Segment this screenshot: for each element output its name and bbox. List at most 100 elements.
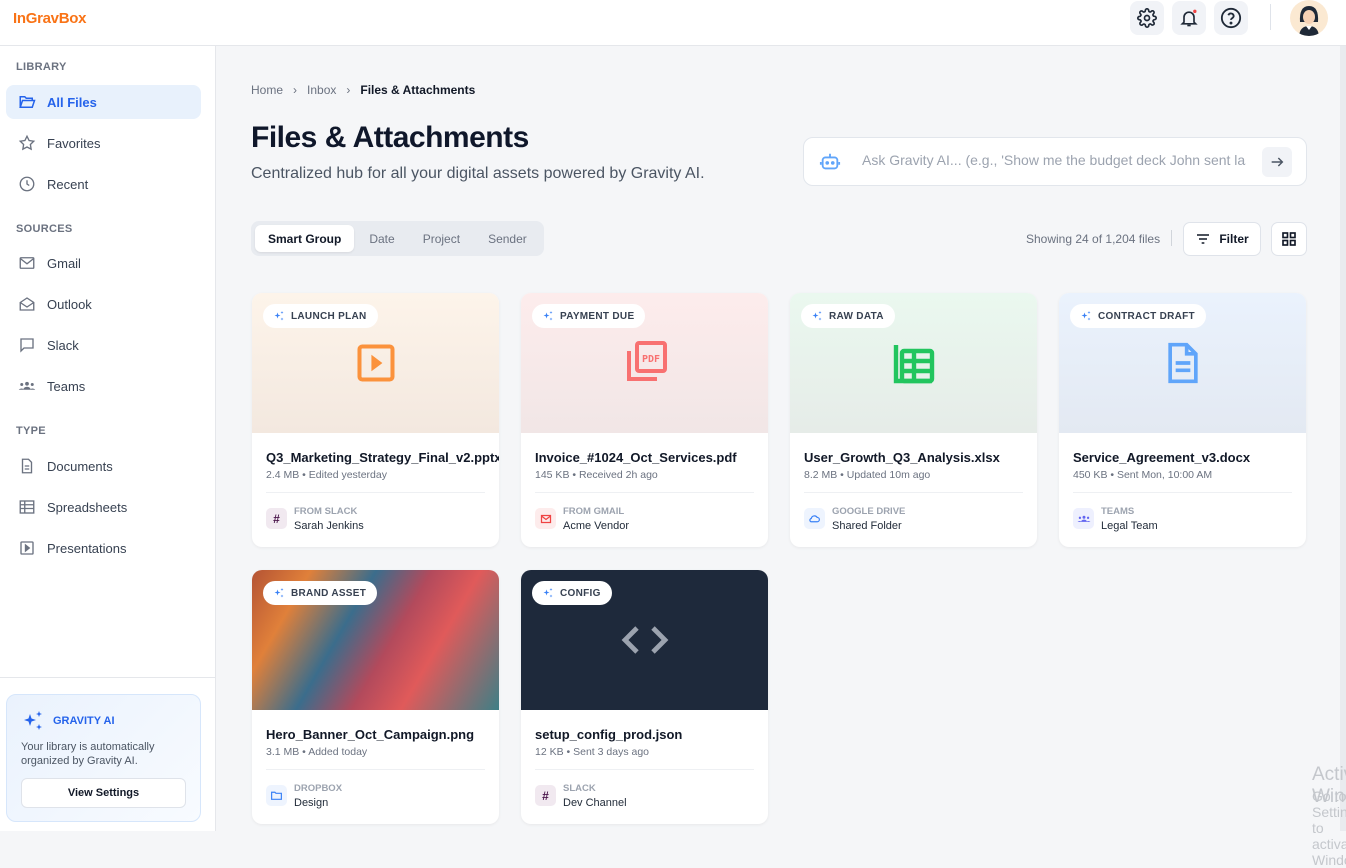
source-value: Dev Channel: [563, 797, 627, 809]
file-card[interactable]: BRAND ASSET Hero_Banner_Oct_Campaign.png…: [252, 570, 499, 824]
file-card[interactable]: CONFIG setup_config_prod.json 12 KB • Se…: [521, 570, 768, 824]
grid-view-button[interactable]: [1271, 222, 1307, 256]
sidebar-item-spreadsheets[interactable]: Spreadsheets: [6, 490, 201, 524]
code-icon: [621, 626, 668, 654]
sidebar-item-documents[interactable]: Documents: [6, 449, 201, 483]
source-value: Design: [294, 797, 329, 809]
file-name[interactable]: Invoice_#1024_Oct_Services.pdf: [535, 450, 768, 465]
source-value: Shared Folder: [832, 520, 902, 532]
sidebar-item-gmail[interactable]: Gmail: [6, 246, 201, 280]
breadcrumb-current: Files & Attachments: [360, 83, 476, 97]
smart-group-badge: BRAND ASSET: [263, 581, 378, 605]
gravity-ai-panel: GRAVITY AI Your library is automatically…: [6, 694, 201, 822]
cloud-icon: [804, 508, 825, 529]
tab-date[interactable]: Date: [356, 225, 407, 252]
tab-smart-group[interactable]: Smart Group: [255, 225, 355, 252]
notifications-button[interactable]: [1172, 1, 1206, 35]
file-meta: 2.4 MB • Edited yesterday: [266, 469, 387, 481]
file-meta: 450 KB • Sent Mon, 10:00 AM: [1073, 469, 1213, 481]
sidebar-item-slack[interactable]: Slack: [6, 328, 201, 362]
sparkles-icon: [24, 711, 42, 730]
sidebar: LIBRARY All Files Favorites Recent SOURC…: [0, 46, 216, 831]
filter-icon: [1197, 234, 1210, 244]
results-count: Showing 24 of 1,204 files: [1026, 232, 1161, 246]
card-divider: [1073, 492, 1292, 493]
file-card[interactable]: CONTRACT DRAFT Service_Agreement_v3.docx…: [1059, 293, 1306, 547]
clock-icon: [19, 176, 35, 192]
sidebar-item-presentations[interactable]: Presentations: [6, 531, 201, 565]
chat-icon: [20, 338, 34, 353]
file-meta: 145 KB • Received 2h ago: [535, 469, 658, 481]
sidebar-item-favorites[interactable]: Favorites: [6, 126, 201, 160]
gravity-ai-text: Your library is automatically organized …: [21, 741, 155, 767]
svg-text:PDF: PDF: [641, 354, 659, 365]
ask-ai-input[interactable]: [862, 152, 1246, 168]
sidebar-item-label: Slack: [47, 337, 79, 353]
file-name[interactable]: User_Growth_Q3_Analysis.xlsx: [804, 450, 1037, 465]
sidebar-item-teams[interactable]: Teams: [6, 369, 201, 403]
robot-icon: [819, 153, 841, 170]
ask-gravity-ai: [803, 137, 1307, 186]
envelope-open-icon: [19, 297, 35, 311]
sidebar-item-label: Spreadsheets: [47, 499, 128, 515]
slack-icon: #: [535, 785, 556, 806]
file-name[interactable]: Service_Agreement_v3.docx: [1073, 450, 1306, 465]
sparkles-icon: [1081, 311, 1091, 321]
source-label: GOOGLE DRIVE: [832, 506, 906, 517]
gravity-ai-title: GRAVITY AI: [53, 715, 115, 727]
sparkles-icon: [812, 311, 822, 321]
sidebar-item-label: All Files: [47, 94, 97, 110]
star-icon: [18, 134, 36, 151]
file-card[interactable]: RAW DATA User_Growth_Q3_Analysis.xlsx 8.…: [790, 293, 1037, 547]
file-name[interactable]: setup_config_prod.json: [535, 727, 768, 742]
section-title-type: TYPE: [16, 425, 46, 437]
card-divider: [266, 492, 485, 493]
user-avatar[interactable]: [1290, 0, 1328, 36]
badge-label: RAW DATA: [829, 310, 884, 322]
app-logo[interactable]: InGravBox: [13, 10, 86, 27]
breadcrumb-inbox[interactable]: Inbox: [307, 83, 336, 97]
scrollbar[interactable]: [1340, 46, 1346, 831]
ask-submit-button[interactable]: [1262, 147, 1292, 177]
play-square-icon: [20, 541, 34, 555]
breadcrumb: Home › Inbox › Files & Attachments: [251, 83, 475, 97]
badge-label: CONTRACT DRAFT: [1098, 310, 1195, 322]
presentation-icon: [356, 344, 395, 382]
sidebar-divider: [0, 677, 215, 678]
document-icon: [1167, 342, 1198, 384]
breadcrumb-home[interactable]: Home: [251, 83, 283, 97]
file-card[interactable]: PDF PAYMENT DUE Invoice_#1024_Oct_Servic…: [521, 293, 768, 547]
view-settings-button[interactable]: View Settings: [21, 778, 186, 808]
smart-group-badge: CONFIG: [532, 581, 612, 605]
sidebar-item-outlook[interactable]: Outlook: [6, 287, 201, 321]
sidebar-item-recent[interactable]: Recent: [6, 167, 201, 201]
sparkles-icon: [274, 588, 284, 598]
badge-label: LAUNCH PLAN: [291, 310, 367, 322]
sidebar-item-all-files[interactable]: All Files: [6, 85, 201, 119]
tab-sender[interactable]: Sender: [475, 225, 540, 252]
spreadsheet-icon: [893, 345, 934, 384]
file-name[interactable]: Q3_Marketing_Strategy_Final_v2.pptx: [266, 450, 499, 465]
sidebar-item-label: Outlook: [47, 296, 92, 312]
source-label: SLACK: [563, 783, 596, 794]
card-divider: [535, 492, 754, 493]
people-icon: [18, 381, 36, 390]
badge-label: BRAND ASSET: [291, 587, 367, 599]
source-label: FROM SLACK: [294, 506, 358, 517]
chevron-right-icon: ›: [346, 83, 351, 97]
badge-label: CONFIG: [560, 587, 601, 599]
badge-label: PAYMENT DUE: [560, 310, 635, 322]
settings-button[interactable]: [1130, 1, 1164, 35]
source-value: Acme Vendor: [563, 520, 630, 532]
sidebar-item-label: Recent: [47, 176, 89, 192]
file-card[interactable]: LAUNCH PLAN Q3_Marketing_Strategy_Final_…: [252, 293, 499, 547]
help-button[interactable]: [1214, 1, 1248, 35]
file-name[interactable]: Hero_Banner_Oct_Campaign.png: [266, 727, 499, 742]
arrow-right-icon: [1271, 157, 1284, 167]
grid-icon: [1282, 232, 1296, 246]
sparkles-icon: [543, 311, 553, 321]
tab-project[interactable]: Project: [410, 225, 473, 252]
mail-icon: [19, 257, 35, 269]
page-subtitle: Centralized hub for all your digital ass…: [251, 165, 705, 182]
filter-button[interactable]: Filter: [1183, 222, 1261, 256]
